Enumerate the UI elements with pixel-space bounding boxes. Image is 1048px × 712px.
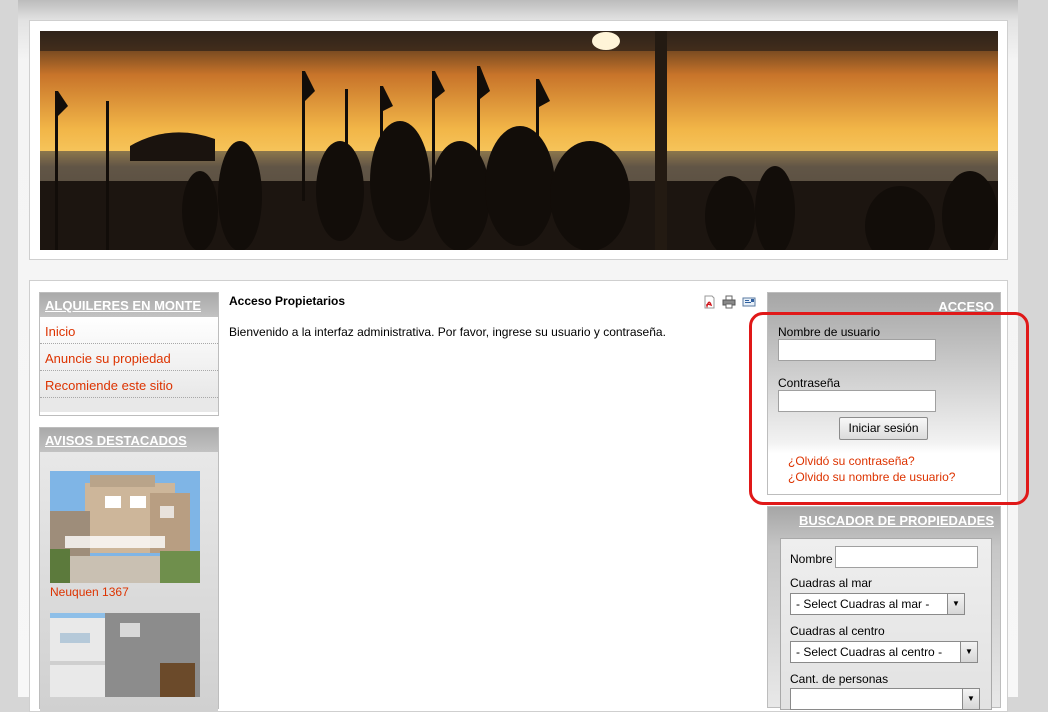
banner-photo xyxy=(40,31,998,250)
email-icon[interactable] xyxy=(742,295,756,309)
search-name-input[interactable] xyxy=(835,546,978,568)
chevron-down-icon: ▼ xyxy=(947,594,964,614)
cuadras-centro-select[interactable]: - Select Cuadras al centro - ▼ xyxy=(790,641,978,663)
aviso-photo-2[interactable] xyxy=(50,613,200,697)
search-centro-label: Cuadras al centro xyxy=(790,624,885,638)
left-menu-list: Inicio Anuncie su propiedad Recomiende e… xyxy=(40,317,218,398)
avisos-title[interactable]: AVISOS DESTACADOS xyxy=(40,428,218,452)
search-title[interactable]: BUSCADOR DE PROPIEDADES xyxy=(768,507,1000,531)
welcome-text: Bienvenido a la interfaz administrativa.… xyxy=(229,325,666,339)
house-photo-2 xyxy=(50,613,200,697)
print-icon[interactable] xyxy=(722,295,736,309)
aviso-photo-1[interactable] xyxy=(50,471,200,583)
menu-footer xyxy=(40,398,218,412)
left-menu-title[interactable]: ALQUILERES EN MONTE xyxy=(40,293,218,317)
cuadras-centro-value: - Select Cuadras al centro - xyxy=(796,645,943,659)
highlight-annotation xyxy=(749,312,1029,505)
personas-select[interactable]: ▼ xyxy=(790,688,980,710)
menu-item-inicio: Inicio xyxy=(40,317,218,344)
header xyxy=(29,20,1008,260)
cuadras-mar-value: - Select Cuadras al mar - xyxy=(796,597,930,611)
pdf-icon[interactable] xyxy=(702,295,716,309)
aviso-caption-1[interactable]: Neuquen 1367 xyxy=(50,585,129,599)
house-photo-1 xyxy=(50,471,200,583)
chevron-down-icon: ▼ xyxy=(962,689,979,709)
page-title: Acceso Propietarios xyxy=(229,294,346,308)
banner-image xyxy=(40,31,998,250)
menu-link-recomiende[interactable]: Recomiende este sitio xyxy=(45,378,173,393)
chevron-down-icon: ▼ xyxy=(960,642,977,662)
search-mar-label: Cuadras al mar xyxy=(790,576,873,590)
left-menu-module: ALQUILERES EN MONTE Inicio Anuncie su pr… xyxy=(39,292,219,416)
search-personas-label: Cant. de personas xyxy=(790,672,889,686)
menu-item-recomiende: Recomiende este sitio xyxy=(40,371,218,398)
cuadras-mar-select[interactable]: - Select Cuadras al mar - ▼ xyxy=(790,593,965,615)
search-name-label: Nombre xyxy=(790,552,833,566)
menu-link-anuncie[interactable]: Anuncie su propiedad xyxy=(45,351,171,366)
menu-item-anuncie: Anuncie su propiedad xyxy=(40,344,218,371)
menu-link-inicio[interactable]: Inicio xyxy=(45,324,75,339)
